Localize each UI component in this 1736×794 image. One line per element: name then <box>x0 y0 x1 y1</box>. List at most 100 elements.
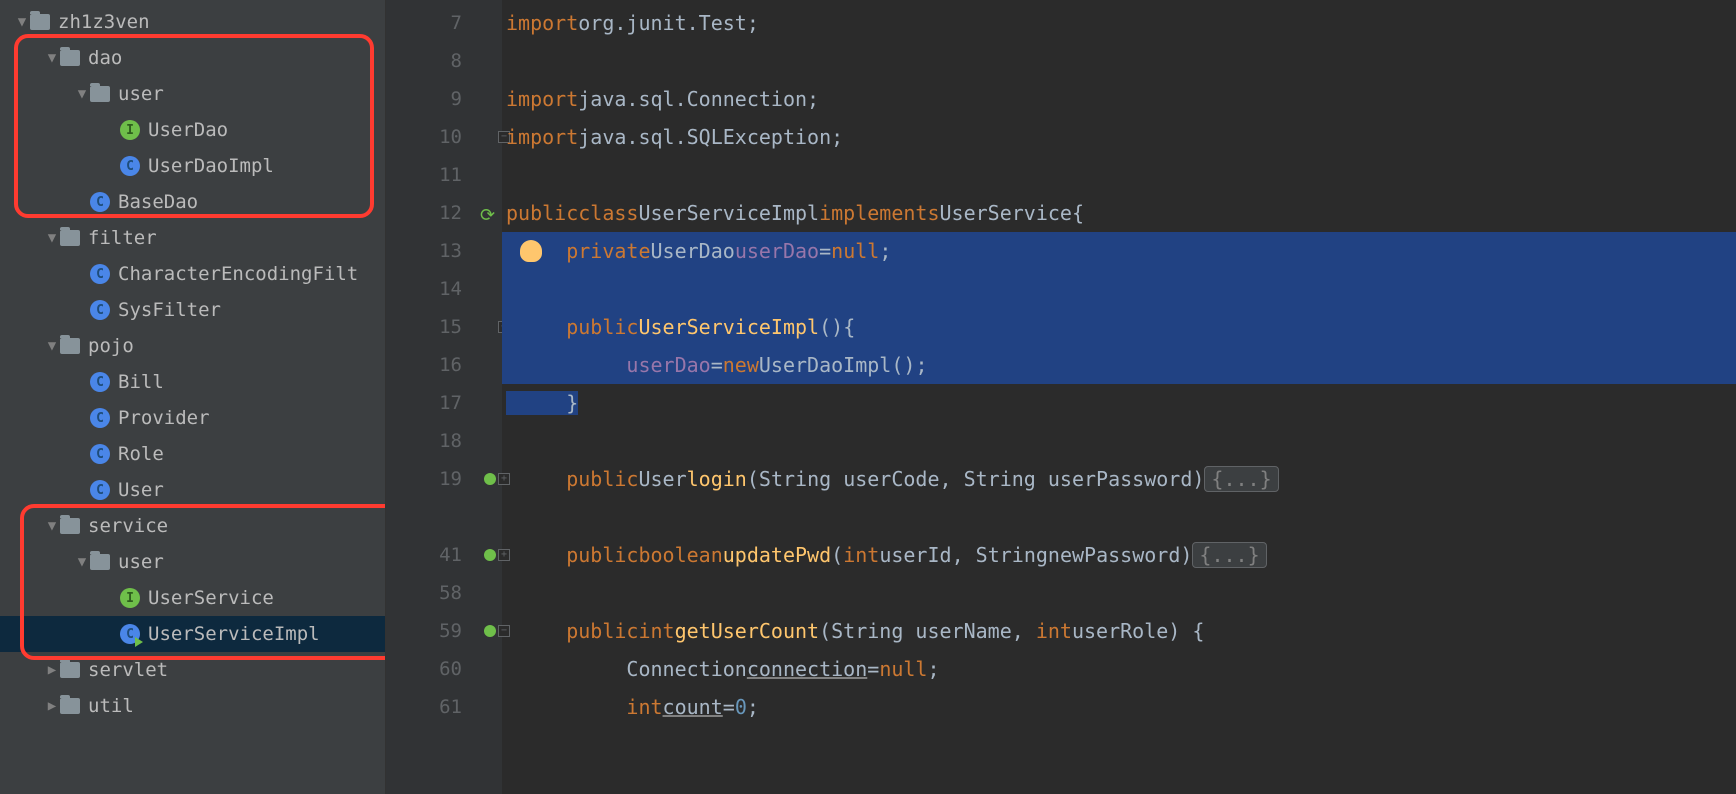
line-number[interactable]: 58 <box>386 574 502 612</box>
line-number[interactable]: 61 <box>386 688 502 726</box>
class-icon <box>120 624 140 644</box>
tree-file-user[interactable]: User <box>0 472 385 508</box>
interface-icon <box>120 588 140 608</box>
line-number[interactable]: 41+ <box>386 536 502 574</box>
code-line[interactable]: Connection connection = null; <box>502 650 1736 688</box>
tree-file-role[interactable]: Role <box>0 436 385 472</box>
chevron-right-icon[interactable] <box>44 698 60 714</box>
tree-folder-util[interactable]: util <box>0 688 385 724</box>
line-number[interactable]: 18 <box>386 422 502 460</box>
class-icon <box>90 192 110 212</box>
code-editor[interactable]: 7 8 9 10− 11 12⟳ 13 14 15− 16 17 18 19+ … <box>386 0 1736 794</box>
tree-label: service <box>88 515 168 537</box>
code-line[interactable]: } <box>502 384 1736 422</box>
tree-label: Bill <box>118 371 164 393</box>
class-icon <box>90 480 110 500</box>
code-line[interactable]: public User login(String userCode, Strin… <box>502 460 1736 498</box>
tree-file-basedao[interactable]: BaseDao <box>0 184 385 220</box>
chevron-down-icon[interactable] <box>14 14 30 30</box>
code-line[interactable]: public class UserServiceImpl implements … <box>502 194 1736 232</box>
line-number[interactable]: 8 <box>386 42 502 80</box>
tree-folder-dao-user[interactable]: user <box>0 76 385 112</box>
code-line[interactable]: public boolean updatePwd(int userId, Str… <box>502 536 1736 574</box>
line-number[interactable]: 59− <box>386 612 502 650</box>
tree-label: UserDao <box>148 119 228 141</box>
chevron-down-icon[interactable] <box>44 518 60 534</box>
tree-label: zh1z3ven <box>58 11 150 33</box>
code-line[interactable] <box>502 498 1736 536</box>
code-line[interactable]: userDao = new UserDaoImpl(); <box>502 346 1736 384</box>
code-line[interactable] <box>502 42 1736 80</box>
chevron-down-icon[interactable] <box>44 50 60 66</box>
tree-folder-servlet[interactable]: servlet <box>0 652 385 688</box>
line-number[interactable]: 12⟳ <box>386 194 502 232</box>
code-line[interactable] <box>502 156 1736 194</box>
folder-icon <box>60 518 80 534</box>
line-number[interactable]: 60 <box>386 650 502 688</box>
tree-file-provider[interactable]: Provider <box>0 400 385 436</box>
override-gutter-icon[interactable] <box>484 549 496 561</box>
tree-file-charencfilter[interactable]: CharacterEncodingFilt <box>0 256 385 292</box>
project-tree-sidebar: zh1z3ven dao user UserDao UserDaoImpl Ba… <box>0 0 386 794</box>
line-number[interactable]: 16 <box>386 346 502 384</box>
class-icon <box>90 408 110 428</box>
override-gutter-icon[interactable] <box>484 473 496 485</box>
tree-folder-pojo[interactable]: pojo <box>0 328 385 364</box>
tree-label: Provider <box>118 407 210 429</box>
lightbulb-icon[interactable] <box>520 240 542 262</box>
tree-folder-service[interactable]: service <box>0 508 385 544</box>
class-icon <box>90 372 110 392</box>
code-line[interactable]: public UserServiceImpl(){ <box>502 308 1736 346</box>
line-number[interactable]: 9 <box>386 80 502 118</box>
tree-file-userserviceimpl[interactable]: UserServiceImpl <box>0 616 385 652</box>
tree-label: util <box>88 695 134 717</box>
code-line[interactable] <box>502 574 1736 612</box>
line-number[interactable]: 15− <box>386 308 502 346</box>
tree-label: SysFilter <box>118 299 221 321</box>
tree-root-folder[interactable]: zh1z3ven <box>0 4 385 40</box>
folded-code-region[interactable]: {...} <box>1192 542 1266 568</box>
tree-file-userservice[interactable]: UserService <box>0 580 385 616</box>
code-line[interactable]: private UserDao userDao = null; <box>502 232 1736 270</box>
code-line[interactable]: int count = 0; <box>502 688 1736 726</box>
tree-label: BaseDao <box>118 191 198 213</box>
line-number[interactable]: 7 <box>386 4 502 42</box>
code-line[interactable] <box>502 422 1736 460</box>
tree-file-sysfilter[interactable]: SysFilter <box>0 292 385 328</box>
line-number[interactable]: 14 <box>386 270 502 308</box>
tree-folder-filter[interactable]: filter <box>0 220 385 256</box>
code-line[interactable]: import org.junit.Test; <box>502 4 1736 42</box>
tree-label: dao <box>88 47 122 69</box>
tree-label: Role <box>118 443 164 465</box>
code-line[interactable] <box>502 270 1736 308</box>
folder-icon <box>60 50 80 66</box>
tree-file-bill[interactable]: Bill <box>0 364 385 400</box>
chevron-down-icon[interactable] <box>44 230 60 246</box>
tree-file-userdao[interactable]: UserDao <box>0 112 385 148</box>
class-icon <box>90 300 110 320</box>
class-icon <box>90 264 110 284</box>
code-line[interactable]: public int getUserCount(String userName,… <box>502 612 1736 650</box>
run-gutter-icon[interactable]: ⟳ <box>480 205 496 221</box>
code-area[interactable]: import org.junit.Test; import java.sql.C… <box>502 0 1736 794</box>
line-number[interactable]: 13 <box>386 232 502 270</box>
class-icon <box>120 156 140 176</box>
tree-label: pojo <box>88 335 134 357</box>
tree-label: User <box>118 479 164 501</box>
chevron-down-icon[interactable] <box>44 338 60 354</box>
chevron-down-icon[interactable] <box>74 86 90 102</box>
override-gutter-icon[interactable] <box>484 625 496 637</box>
tree-folder-service-user[interactable]: user <box>0 544 385 580</box>
folded-code-region[interactable]: {...} <box>1204 466 1278 492</box>
tree-file-userdaoimpl[interactable]: UserDaoImpl <box>0 148 385 184</box>
chevron-right-icon[interactable] <box>44 662 60 678</box>
code-line[interactable]: import java.sql.SQLException; <box>502 118 1736 156</box>
chevron-down-icon[interactable] <box>74 554 90 570</box>
line-number[interactable]: 10− <box>386 118 502 156</box>
folder-icon <box>60 662 80 678</box>
line-number[interactable]: 17 <box>386 384 502 422</box>
line-number[interactable]: 19+ <box>386 460 502 498</box>
code-line[interactable]: import java.sql.Connection; <box>502 80 1736 118</box>
line-number[interactable]: 11 <box>386 156 502 194</box>
tree-folder-dao[interactable]: dao <box>0 40 385 76</box>
